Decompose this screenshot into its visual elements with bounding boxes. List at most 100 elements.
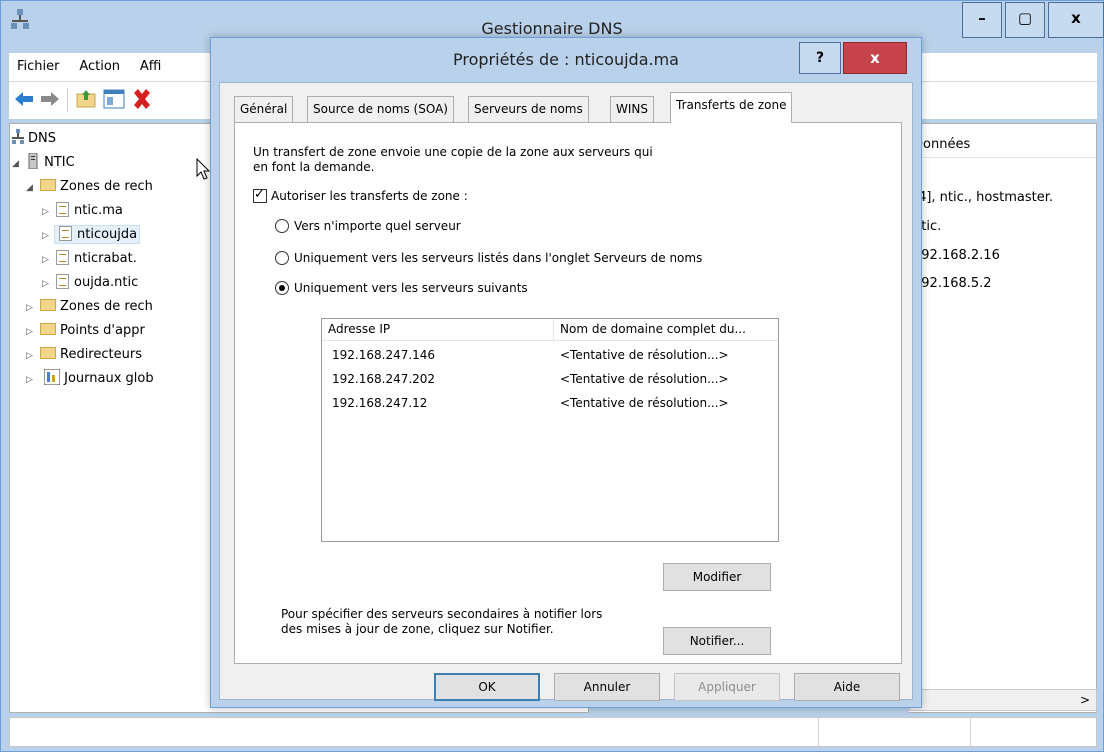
radio-unselected-icon[interactable]: [275, 251, 289, 265]
result-row-data[interactable]: 192.168.5.2: [913, 276, 992, 291]
cancel-button[interactable]: Annuler: [554, 673, 660, 701]
cell-ip: 192.168.247.12: [332, 396, 428, 410]
status-separator: [818, 718, 819, 746]
notify-line: des mises à jour de zone, cliquez sur No…: [281, 622, 554, 636]
tab-general[interactable]: Général: [234, 96, 294, 122]
help-button[interactable]: Aide: [794, 673, 900, 701]
folder-icon: [40, 299, 56, 311]
expand-arrow-icon[interactable]: ▷: [26, 297, 38, 319]
tree-node-trust-points[interactable]: ▷ Points d'appr: [26, 320, 145, 342]
result-row-data[interactable]: [4], ntic., hostmaster.: [913, 190, 1053, 205]
radio-any-server[interactable]: Vers n'importe quel serveur: [275, 219, 461, 233]
tab-name-servers[interactable]: Serveurs de noms: [468, 96, 589, 122]
radio-unselected-icon[interactable]: [275, 219, 289, 233]
dialog-close-button[interactable]: x: [843, 42, 907, 74]
checkbox-checked-icon[interactable]: [253, 187, 267, 203]
tree-node-zone[interactable]: ▷ oujda.ntic: [42, 272, 138, 294]
result-row-data[interactable]: 192.168.2.16: [913, 248, 1000, 263]
dialog-help-button[interactable]: ?: [799, 42, 841, 74]
close-button[interactable]: x: [1048, 2, 1104, 38]
tree-label-dns: DNS: [28, 131, 56, 146]
folder-icon: [40, 347, 56, 359]
tree-label-global-logs: Journaux glob: [64, 371, 154, 386]
apply-button[interactable]: Appliquer: [674, 673, 780, 701]
dns-icon: [12, 129, 24, 144]
tree-node-global-logs[interactable]: ▷ Journaux glob: [26, 368, 154, 390]
minimize-button[interactable]: –: [962, 2, 1002, 38]
up-folder-icon[interactable]: [75, 88, 97, 110]
tree-label-zone: nticoujda: [77, 227, 138, 242]
zone-transfer-description: Un transfert de zone envoie une copie de…: [253, 145, 773, 175]
cell-ip: 192.168.247.146: [332, 348, 436, 362]
ok-button[interactable]: OK: [434, 673, 540, 701]
notify-line: Pour spécifier des serveurs secondaires …: [281, 607, 603, 621]
status-bar: [9, 717, 1097, 747]
tree-node-zone-selected[interactable]: ▷ nticoujda: [42, 224, 141, 247]
properties-dialog: Propriétés de : nticoujda.ma ? x Général…: [210, 37, 922, 708]
expand-arrow-icon[interactable]: ▷: [42, 225, 54, 247]
tab-soa[interactable]: Source de noms (SOA): [307, 96, 454, 122]
radio-any-server-label: Vers n'importe quel serveur: [294, 219, 461, 233]
expand-arrow-icon[interactable]: ▷: [26, 369, 38, 391]
zone-file-icon: [56, 274, 69, 289]
allow-transfers-checkbox[interactable]: Autoriser les transferts de zone :: [253, 187, 468, 203]
column-header-ip[interactable]: Adresse IP: [322, 319, 554, 341]
column-header-fqdn[interactable]: Nom de domaine complet du...: [554, 319, 780, 341]
radio-following-servers[interactable]: Uniquement vers les serveurs suivants: [275, 281, 528, 295]
expand-arrow-icon[interactable]: ▷: [26, 321, 38, 343]
zone-transfers-panel: Un transfert de zone envoie une copie de…: [234, 122, 902, 664]
tree-node-reverse-zones[interactable]: ▷ Zones de rech: [26, 296, 153, 318]
server-list-header: Adresse IP Nom de domaine complet du...: [322, 319, 778, 341]
radio-selected-icon[interactable]: [275, 281, 289, 295]
scroll-right-arrow-icon[interactable]: >: [1076, 690, 1094, 710]
table-row[interactable]: 192.168.247.12 <Tentative de résolution.…: [322, 391, 778, 415]
forward-arrow-icon[interactable]: [39, 88, 61, 110]
maximize-button[interactable]: ▢: [1005, 2, 1045, 38]
cell-ip: 192.168.247.202: [332, 372, 436, 386]
expand-arrow-icon[interactable]: ▷: [42, 273, 54, 295]
tab-zone-transfers[interactable]: Transferts de zone: [670, 92, 793, 123]
allow-transfers-label: Autoriser les transferts de zone :: [271, 189, 468, 203]
collapse-arrow-icon[interactable]: ◢: [26, 177, 38, 199]
tree-node-zone[interactable]: ▷ nticrabat.: [42, 248, 137, 270]
dialog-title-bar: Propriétés de : nticoujda.ma ? x: [211, 38, 921, 82]
radio-name-servers-tab[interactable]: Uniquement vers les serveurs listés dans…: [275, 251, 702, 265]
horizontal-scrollbar[interactable]: >: [909, 689, 1097, 711]
menu-action[interactable]: Action: [71, 53, 128, 74]
menu-affichage[interactable]: Affi: [132, 53, 169, 74]
expand-arrow-icon[interactable]: ▷: [42, 201, 54, 223]
show-hide-tree-icon[interactable]: [103, 88, 125, 110]
dialog-body: Général Source de noms (SOA) Serveurs de…: [219, 82, 913, 701]
tree-node-ntic[interactable]: ◢ NTIC: [12, 152, 75, 174]
tab-wins[interactable]: WINS: [610, 96, 654, 122]
tree-label-zone: nticrabat.: [74, 251, 137, 266]
cell-fqdn: <Tentative de résolution...>: [560, 372, 729, 386]
notify-button[interactable]: Notifier...: [663, 627, 771, 655]
zone-file-icon: [56, 250, 69, 265]
results-pane: Données [4], ntic., hostmaster. ntic. 19…: [909, 123, 1097, 713]
delete-icon[interactable]: [131, 88, 153, 110]
modify-button[interactable]: Modifier: [663, 563, 771, 591]
notify-description: Pour spécifier des serveurs secondaires …: [281, 607, 661, 637]
tree-label-zone: oujda.ntic: [74, 275, 139, 290]
tree-node-zone[interactable]: ▷ ntic.ma: [42, 200, 123, 222]
main-window-title: Gestionnaire DNS: [481, 19, 623, 38]
expand-arrow-icon[interactable]: ▷: [42, 249, 54, 271]
tree-label-forward-zones: Zones de rech: [60, 179, 153, 194]
tree-node-forward-zones[interactable]: ◢ Zones de rech: [26, 176, 153, 198]
folder-icon: [40, 179, 56, 191]
status-separator: [970, 718, 971, 746]
table-row[interactable]: 192.168.247.202 <Tentative de résolution…: [322, 367, 778, 391]
event-log-icon: [43, 368, 61, 386]
cell-fqdn: <Tentative de résolution...>: [560, 396, 729, 410]
toolbar-separator: [67, 88, 68, 112]
menu-fichier[interactable]: Fichier: [9, 53, 68, 74]
expand-arrow-icon[interactable]: ▷: [26, 345, 38, 367]
table-row[interactable]: 192.168.247.146 <Tentative de résolution…: [322, 343, 778, 367]
back-arrow-icon[interactable]: [13, 88, 35, 110]
column-header-donnees[interactable]: Données: [909, 132, 1096, 158]
tree-node-forwarders[interactable]: ▷ Redirecteurs: [26, 344, 142, 366]
server-list[interactable]: Adresse IP Nom de domaine complet du... …: [321, 318, 779, 542]
tree-node-dns[interactable]: DNS: [12, 128, 56, 150]
collapse-arrow-icon[interactable]: ◢: [12, 153, 24, 175]
